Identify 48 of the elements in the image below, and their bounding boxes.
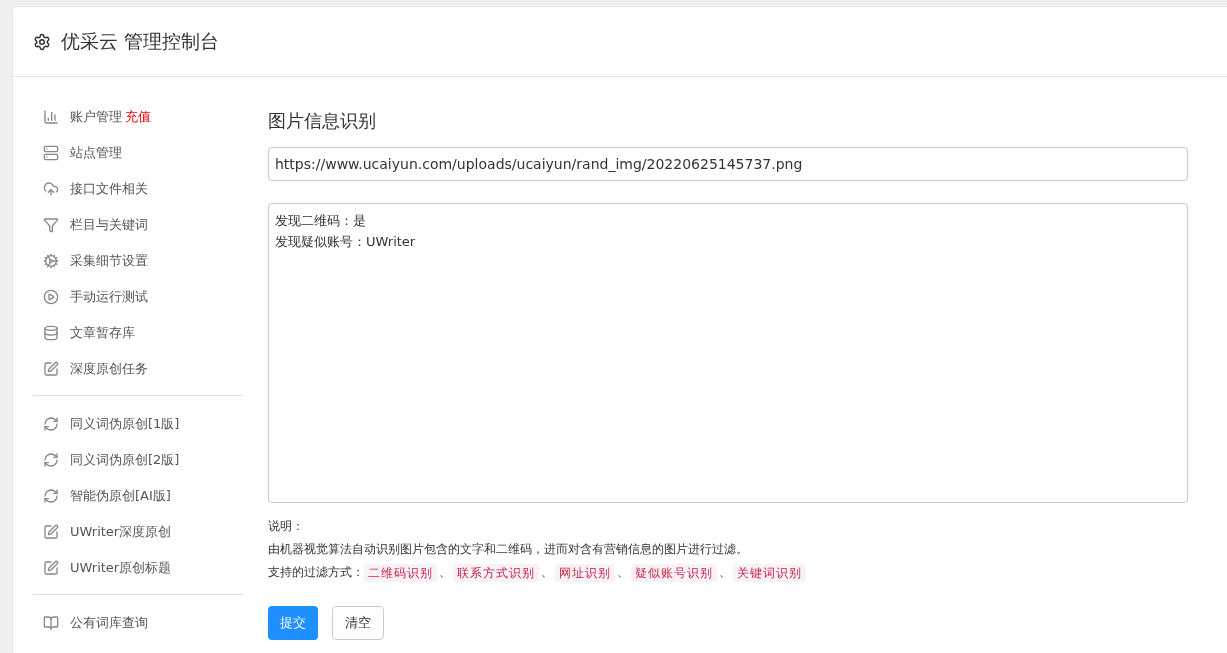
result-line: 发现疑似账号：UWriter [275,233,417,251]
database-icon [43,325,59,341]
method-tag: 网址识别 [555,563,615,582]
settings-icon [33,32,51,51]
sidebar-item[interactable]: 公有词库查询 [33,605,243,641]
separator: 、 [439,564,451,581]
sidebar-item[interactable]: 栏目与关键词 [33,207,243,243]
separator: 、 [719,564,731,581]
edit-icon [43,560,59,576]
notes-heading: 说明： [268,518,304,535]
sidebar-item[interactable]: 同义词伪原创[2版] [33,442,243,478]
edit-icon [43,524,59,540]
sidebar-item[interactable]: 手动运行测试 [33,279,243,315]
notes-description: 由机器视觉算法自动识别图片包含的文字和二维码，进而对含有营销信息的图片进行过滤。 [268,541,748,558]
sidebar-item[interactable]: 站点管理 [33,135,243,171]
sidebar-item[interactable]: UWriter深度原创 [33,514,243,550]
methods-label: 支持的过滤方式： [268,564,364,581]
play-icon [43,289,59,305]
edit-icon [43,361,59,377]
sidebar-item[interactable]: 深度原创任务 [33,351,243,387]
refresh-icon [43,452,59,468]
book-icon [43,615,59,631]
method-tag: 二维码识别 [364,563,437,582]
server-icon [43,145,59,161]
result-line: 发现二维码：是 [275,212,367,230]
sidebar-item[interactable]: 智能伪原创[AI版] [33,478,243,514]
section-title: 图片信息识别 [268,109,377,133]
method-tag: 联系方式识别 [453,563,539,582]
cloud-upload-icon [43,181,59,197]
url-field[interactable]: https://www.ucaiyun.com/uploads/ucaiyun/rand_img/20220625145737.png [268,147,1188,181]
sidebar-item[interactable]: UWriter原创标题 [33,550,243,586]
recharge-link[interactable]: 充值 [125,107,151,127]
result-textarea[interactable]: 发现二维码：是 发现疑似账号：UWriter [268,203,1188,503]
separator: 、 [541,564,553,581]
filter-icon [43,217,59,233]
clear-button[interactable]: 清空 [332,606,384,640]
refresh-icon [43,416,59,432]
page-title: 优采云 管理控制台 [61,29,220,55]
separator: 、 [617,564,629,581]
method-tag: 关键词识别 [733,563,806,582]
sidebar-item[interactable]: 文章暂存库 [33,315,243,351]
method-tag: 疑似账号识别 [631,563,717,582]
sidebar-item[interactable]: 采集细节设置 [33,243,243,279]
bar-chart-icon [43,109,59,125]
sidebar-item[interactable]: 账户管理 充值 [33,99,243,135]
sidebar-item[interactable]: 同义词伪原创[1版] [33,406,243,442]
refresh-icon [43,488,59,504]
sidebar-item[interactable]: 接口文件相关 [33,171,243,207]
